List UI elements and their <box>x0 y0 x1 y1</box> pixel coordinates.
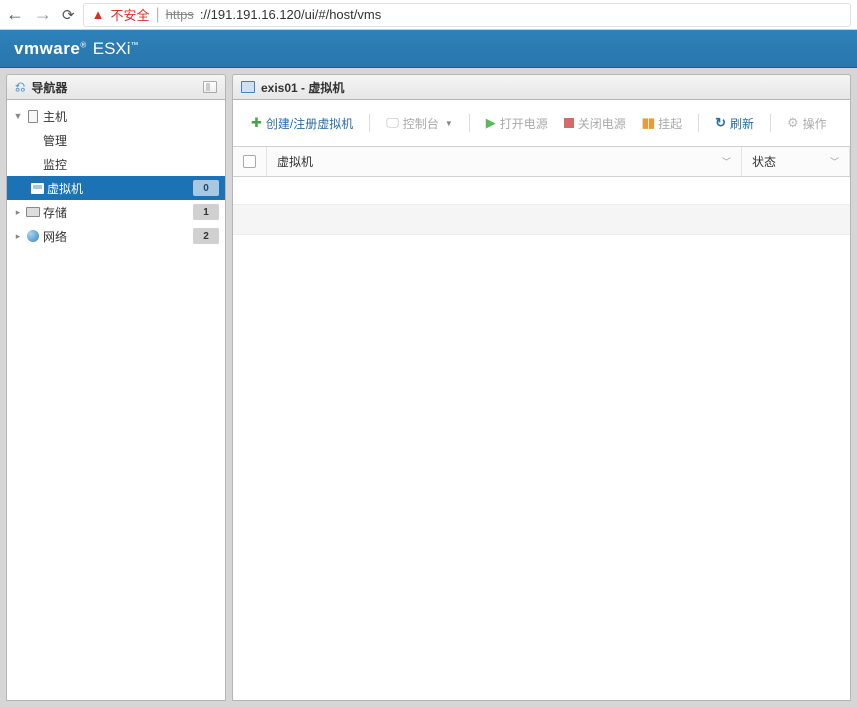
content-panel: exis01 - 虚拟机 ✚ 创建/注册虚拟机 🖵 控制台 ▼ ▶ 打开电源 <box>232 74 851 701</box>
select-all-checkbox[interactable] <box>243 155 256 168</box>
chevron-down-icon[interactable]: ﹀ <box>830 155 839 168</box>
content-header: exis01 - 虚拟机 <box>232 74 851 100</box>
nav-item-manage[interactable]: 管理 <box>7 128 225 152</box>
vm-toolbar: ✚ 创建/注册虚拟机 🖵 控制台 ▼ ▶ 打开电源 关闭电源 <box>233 100 850 146</box>
expand-toggle-icon[interactable]: ▸ <box>13 207 23 218</box>
stop-icon <box>564 118 574 128</box>
url-path: ://191.191.16.120/ui/#/host/vms <box>200 7 381 22</box>
chevron-down-icon[interactable]: ﹀ <box>722 155 731 168</box>
table-header: 虚拟机 ﹀ 状态 ﹀ <box>233 147 850 177</box>
collapse-sidebar-icon[interactable] <box>203 81 217 93</box>
nav-item-vms[interactable]: 虚拟机 0 <box>7 176 225 200</box>
navigator-title: 导航器 <box>31 79 67 96</box>
create-vm-icon: ✚ <box>251 115 262 131</box>
expand-toggle-icon[interactable]: ▸ <box>13 231 23 242</box>
storage-icon <box>26 207 40 217</box>
network-count-badge: 2 <box>193 228 219 244</box>
navigator-header: ⎌ 导航器 <box>6 74 226 100</box>
console-button[interactable]: 🖵 控制台 ▼ <box>380 112 458 135</box>
nav-item-network[interactable]: ▸ 网络 2 <box>7 224 225 248</box>
pause-icon: ▮▮ <box>642 115 654 131</box>
vm-icon <box>31 183 44 194</box>
suspend-button[interactable]: ▮▮ 挂起 <box>636 112 688 135</box>
console-icon: 🖵 <box>386 115 399 131</box>
expand-toggle-icon[interactable]: ▼ <box>13 111 23 121</box>
content-title: exis01 - 虚拟机 <box>261 79 344 96</box>
address-bar[interactable]: ▲ 不安全 | https://191.191.16.120/ui/#/host… <box>83 3 851 27</box>
insecure-label: 不安全 <box>110 5 149 24</box>
navigator-icon: ⎌ <box>15 79 25 95</box>
table-row[interactable] <box>233 177 850 205</box>
power-off-button[interactable]: 关闭电源 <box>558 112 632 135</box>
refresh-icon: ↻ <box>715 115 726 131</box>
vmware-header: vmware® ESXi™ <box>0 30 857 68</box>
actions-button[interactable]: ⚙ 操作 <box>781 112 833 135</box>
host-icon <box>28 110 38 123</box>
power-on-button[interactable]: ▶ 打开电源 <box>480 112 554 135</box>
vmware-logo: vmware® <box>14 39 87 59</box>
vm-count-badge: 0 <box>193 180 219 196</box>
nav-item-storage[interactable]: ▸ 存储 1 <box>7 200 225 224</box>
nav-tree: ▼ 主机 管理 监控 虚拟机 0 ▸ 存储 <box>7 104 225 248</box>
storage-count-badge: 1 <box>193 204 219 220</box>
refresh-button[interactable]: ↻ 刷新 <box>709 112 760 135</box>
gear-icon: ⚙ <box>787 115 799 131</box>
insecure-warning-icon: ▲ <box>92 7 105 22</box>
browser-toolbar: ← → ⟳ ▲ 不安全 | https://191.191.16.120/ui/… <box>0 0 857 30</box>
column-vm-name[interactable]: 虚拟机 ﹀ <box>267 147 742 176</box>
nav-item-monitor[interactable]: 监控 <box>7 152 225 176</box>
network-icon <box>27 230 39 242</box>
url-scheme: https <box>166 7 194 22</box>
sidebar: ⎌ 导航器 ▼ 主机 管理 监控 虚拟机 0 <box>6 74 226 701</box>
vm-icon <box>241 81 255 93</box>
vm-table: 虚拟机 ﹀ 状态 ﹀ <box>233 146 850 235</box>
chevron-down-icon: ▼ <box>445 119 453 128</box>
table-row[interactable] <box>233 205 850 235</box>
nav-item-host[interactable]: ▼ 主机 <box>7 104 225 128</box>
reload-button[interactable]: ⟳ <box>62 6 75 24</box>
forward-button: → <box>34 4 52 25</box>
play-icon: ▶ <box>486 115 496 131</box>
column-state[interactable]: 状态 ﹀ <box>742 147 850 176</box>
select-all-cell[interactable] <box>233 147 267 176</box>
create-register-vm-button[interactable]: ✚ 创建/注册虚拟机 <box>245 112 359 135</box>
back-button[interactable]: ← <box>6 4 24 25</box>
product-name: ESXi™ <box>93 39 139 59</box>
